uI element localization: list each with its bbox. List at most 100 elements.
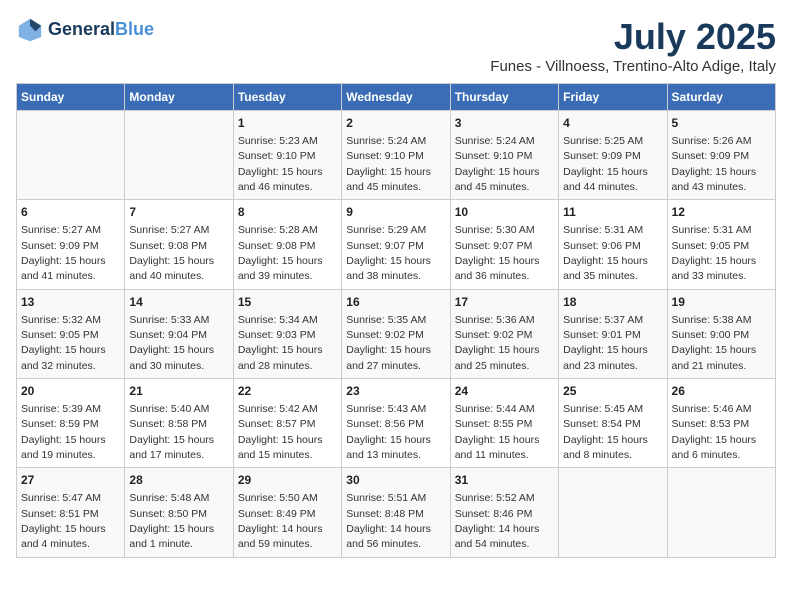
calendar-cell: 21 Sunrise: 5:40 AM Sunset: 8:58 PM Dayli… — [125, 379, 233, 468]
calendar-cell: 17 Sunrise: 5:36 AM Sunset: 9:02 PM Dayli… — [450, 289, 558, 378]
day-number: 12 — [672, 204, 771, 221]
calendar-cell: 1 Sunrise: 5:23 AM Sunset: 9:10 PM Daylig… — [233, 111, 341, 200]
day-number: 31 — [455, 472, 554, 489]
column-header-thursday: Thursday — [450, 84, 558, 111]
cell-info: Sunrise: 5:31 AM Sunset: 9:05 PM Dayligh… — [672, 224, 757, 282]
calendar-cell: 8 Sunrise: 5:28 AM Sunset: 9:08 PM Daylig… — [233, 200, 341, 289]
column-header-wednesday: Wednesday — [342, 84, 450, 111]
cell-info: Sunrise: 5:39 AM Sunset: 8:59 PM Dayligh… — [21, 403, 106, 461]
calendar-cell: 9Sunrise: 5:29 AM Sunset: 9:07 PM Daylig… — [342, 200, 450, 289]
day-number: 2 — [346, 115, 445, 132]
day-number: 24 — [455, 383, 554, 400]
calendar-cell: 18 Sunrise: 5:37 AM Sunset: 9:01 PM Dayli… — [559, 289, 667, 378]
calendar-week-3: 13Sunrise: 5:32 AM Sunset: 9:05 PM Dayli… — [17, 289, 776, 378]
column-header-sunday: Sunday — [17, 84, 125, 111]
cell-info: Sunrise: 5:43 AM Sunset: 8:56 PM Dayligh… — [346, 403, 431, 461]
calendar-week-4: 20 Sunrise: 5:39 AM Sunset: 8:59 PM Dayli… — [17, 379, 776, 468]
cell-info: Sunrise: 5:26 AM Sunset: 9:09 PM Dayligh… — [672, 135, 757, 193]
calendar-cell — [667, 468, 775, 557]
calendar-cell: 13Sunrise: 5:32 AM Sunset: 9:05 PM Dayli… — [17, 289, 125, 378]
calendar-cell: 20 Sunrise: 5:39 AM Sunset: 8:59 PM Dayli… — [17, 379, 125, 468]
day-number: 21 — [129, 383, 228, 400]
cell-info: Sunrise: 5:42 AM Sunset: 8:57 PM Dayligh… — [238, 403, 323, 461]
calendar-cell: 29Sunrise: 5:50 AM Sunset: 8:49 PM Dayli… — [233, 468, 341, 557]
calendar-cell: 7 Sunrise: 5:27 AM Sunset: 9:08 PM Daylig… — [125, 200, 233, 289]
calendar-cell — [559, 468, 667, 557]
cell-info: Sunrise: 5:27 AM Sunset: 9:09 PM Dayligh… — [21, 224, 106, 282]
calendar-table: SundayMondayTuesdayWednesdayThursdayFrid… — [16, 83, 776, 558]
day-number: 23 — [346, 383, 445, 400]
calendar-cell: 22 Sunrise: 5:42 AM Sunset: 8:57 PM Dayli… — [233, 379, 341, 468]
column-header-friday: Friday — [559, 84, 667, 111]
cell-info: Sunrise: 5:23 AM Sunset: 9:10 PM Dayligh… — [238, 135, 323, 193]
calendar-cell: 11 Sunrise: 5:31 AM Sunset: 9:06 PM Dayli… — [559, 200, 667, 289]
cell-info: Sunrise: 5:44 AM Sunset: 8:55 PM Dayligh… — [455, 403, 540, 461]
logo-icon — [16, 16, 44, 44]
cell-info: Sunrise: 5:24 AM Sunset: 9:10 PM Dayligh… — [346, 135, 431, 193]
day-number: 6 — [21, 204, 120, 221]
day-number: 1 — [238, 115, 337, 132]
cell-info: Sunrise: 5:32 AM Sunset: 9:05 PM Dayligh… — [21, 314, 106, 372]
cell-info: Sunrise: 5:46 AM Sunset: 8:53 PM Dayligh… — [672, 403, 757, 461]
day-number: 17 — [455, 294, 554, 311]
calendar-cell: 25 Sunrise: 5:45 AM Sunset: 8:54 PM Dayli… — [559, 379, 667, 468]
calendar-cell: 19Sunrise: 5:38 AM Sunset: 9:00 PM Dayli… — [667, 289, 775, 378]
column-header-saturday: Saturday — [667, 84, 775, 111]
calendar-cell: 16 Sunrise: 5:35 AM Sunset: 9:02 PM Dayli… — [342, 289, 450, 378]
day-number: 26 — [672, 383, 771, 400]
day-number: 7 — [129, 204, 228, 221]
day-number: 11 — [563, 204, 662, 221]
day-number: 28 — [129, 472, 228, 489]
day-number: 30 — [346, 472, 445, 489]
calendar-cell: 28Sunrise: 5:48 AM Sunset: 8:50 PM Dayli… — [125, 468, 233, 557]
page-header: GeneralBlue July 2025 Funes - Villnoess,… — [16, 16, 776, 75]
cell-info: Sunrise: 5:47 AM Sunset: 8:51 PM Dayligh… — [21, 492, 106, 550]
day-number: 18 — [563, 294, 662, 311]
cell-info: Sunrise: 5:40 AM Sunset: 8:58 PM Dayligh… — [129, 403, 214, 461]
calendar-cell: 6 Sunrise: 5:27 AM Sunset: 9:09 PM Daylig… — [17, 200, 125, 289]
calendar-cell — [17, 111, 125, 200]
calendar-cell: 10 Sunrise: 5:30 AM Sunset: 9:07 PM Dayli… — [450, 200, 558, 289]
calendar-cell: 4 Sunrise: 5:25 AM Sunset: 9:09 PM Daylig… — [559, 111, 667, 200]
cell-info: Sunrise: 5:28 AM Sunset: 9:08 PM Dayligh… — [238, 224, 323, 282]
cell-info: Sunrise: 5:45 AM Sunset: 8:54 PM Dayligh… — [563, 403, 648, 461]
cell-info: Sunrise: 5:31 AM Sunset: 9:06 PM Dayligh… — [563, 224, 648, 282]
cell-info: Sunrise: 5:35 AM Sunset: 9:02 PM Dayligh… — [346, 314, 431, 372]
day-number: 8 — [238, 204, 337, 221]
cell-info: Sunrise: 5:33 AM Sunset: 9:04 PM Dayligh… — [129, 314, 214, 372]
calendar-cell: 27Sunrise: 5:47 AM Sunset: 8:51 PM Dayli… — [17, 468, 125, 557]
cell-info: Sunrise: 5:37 AM Sunset: 9:01 PM Dayligh… — [563, 314, 648, 372]
day-number: 22 — [238, 383, 337, 400]
calendar-cell: 23 Sunrise: 5:43 AM Sunset: 8:56 PM Dayli… — [342, 379, 450, 468]
cell-info: Sunrise: 5:25 AM Sunset: 9:09 PM Dayligh… — [563, 135, 648, 193]
calendar-header: SundayMondayTuesdayWednesdayThursdayFrid… — [17, 84, 776, 111]
calendar-week-5: 27Sunrise: 5:47 AM Sunset: 8:51 PM Dayli… — [17, 468, 776, 557]
logo-text: GeneralBlue — [48, 20, 154, 40]
day-number: 4 — [563, 115, 662, 132]
day-number: 19 — [672, 294, 771, 311]
cell-info: Sunrise: 5:30 AM Sunset: 9:07 PM Dayligh… — [455, 224, 540, 282]
calendar-cell: 24 Sunrise: 5:44 AM Sunset: 8:55 PM Dayli… — [450, 379, 558, 468]
day-number: 10 — [455, 204, 554, 221]
day-number: 15 — [238, 294, 337, 311]
calendar-cell: 31Sunrise: 5:52 AM Sunset: 8:46 PM Dayli… — [450, 468, 558, 557]
calendar-cell: 5 Sunrise: 5:26 AM Sunset: 9:09 PM Daylig… — [667, 111, 775, 200]
day-number: 20 — [21, 383, 120, 400]
cell-info: Sunrise: 5:51 AM Sunset: 8:48 PM Dayligh… — [346, 492, 431, 550]
column-header-monday: Monday — [125, 84, 233, 111]
calendar-cell: 14Sunrise: 5:33 AM Sunset: 9:04 PM Dayli… — [125, 289, 233, 378]
day-number: 3 — [455, 115, 554, 132]
subtitle: Funes - Villnoess, Trentino-Alto Adige, … — [490, 58, 776, 75]
calendar-cell: 12 Sunrise: 5:31 AM Sunset: 9:05 PM Dayli… — [667, 200, 775, 289]
day-number: 5 — [672, 115, 771, 132]
calendar-week-1: 1 Sunrise: 5:23 AM Sunset: 9:10 PM Daylig… — [17, 111, 776, 200]
main-title: July 2025 — [490, 16, 776, 58]
cell-info: Sunrise: 5:36 AM Sunset: 9:02 PM Dayligh… — [455, 314, 540, 372]
day-number: 25 — [563, 383, 662, 400]
cell-info: Sunrise: 5:24 AM Sunset: 9:10 PM Dayligh… — [455, 135, 540, 193]
cell-info: Sunrise: 5:27 AM Sunset: 9:08 PM Dayligh… — [129, 224, 214, 282]
cell-info: Sunrise: 5:29 AM Sunset: 9:07 PM Dayligh… — [346, 224, 431, 282]
column-header-tuesday: Tuesday — [233, 84, 341, 111]
day-number: 16 — [346, 294, 445, 311]
cell-info: Sunrise: 5:50 AM Sunset: 8:49 PM Dayligh… — [238, 492, 323, 550]
